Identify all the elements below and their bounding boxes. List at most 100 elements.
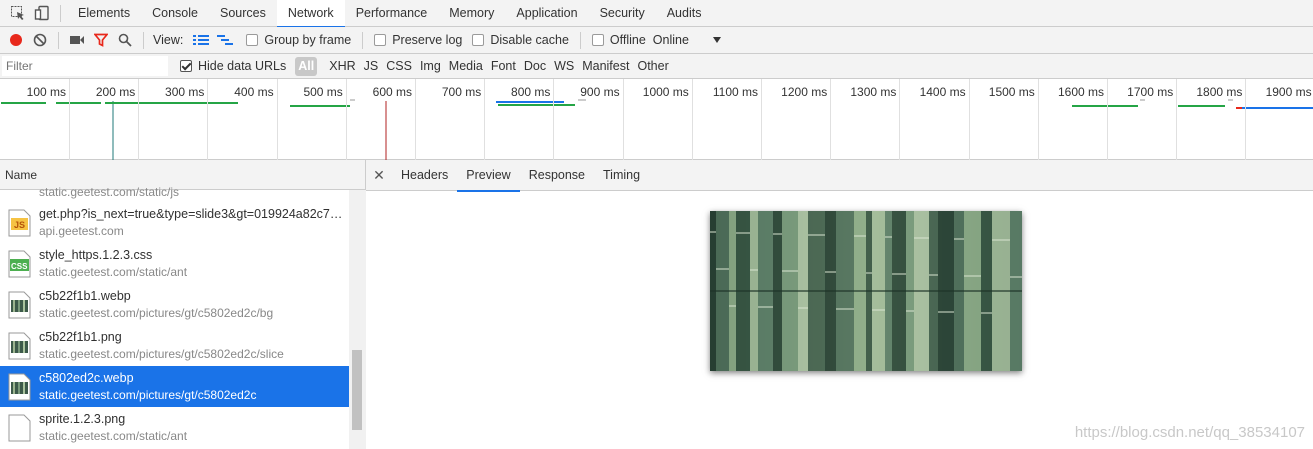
request-detail-panel: ✕ Headers Preview Response Timing https://b… (366, 160, 1313, 449)
timeline-tick-label: 1100 ms (712, 85, 758, 99)
partial-row-path: static.geetest.com/static/js (39, 185, 180, 199)
tab-elements[interactable]: Elements (67, 0, 141, 27)
request-row[interactable]: CSS style_https.1.2.3.css static.geetest.c… (0, 243, 349, 284)
disable-cache-checkbox[interactable]: Disable cache (472, 33, 569, 47)
search-icon[interactable] (113, 28, 137, 52)
close-icon[interactable]: ✕ (366, 167, 392, 184)
filter-type-ws[interactable]: WS (550, 57, 578, 76)
tab-performance[interactable]: Performance (345, 0, 439, 27)
filter-type-media[interactable]: Media (445, 57, 487, 76)
divider (579, 31, 581, 49)
offline-checkbox[interactable]: Offline (591, 33, 646, 47)
timeline-tick-label: 1600 ms (1057, 85, 1104, 99)
image-file-icon (8, 291, 31, 319)
divider (143, 31, 144, 49)
timeline-gridline (345, 79, 347, 160)
tab-audits[interactable]: Audits (656, 0, 713, 27)
clear-icon[interactable] (28, 28, 52, 52)
request-list: Name static.geetest.com/static/js JS get.… (0, 160, 366, 449)
filter-type-js[interactable]: JS (360, 57, 383, 76)
checkbox-box[interactable] (591, 34, 604, 46)
network-overview: 100 ms 200 ms 300 ms 400 ms 500 ms 600 ms 700 … (0, 79, 1313, 160)
filter-type-img[interactable]: Img (416, 57, 445, 76)
tab-console[interactable]: Console (141, 0, 209, 27)
view-label: View: (153, 33, 184, 47)
timeline-tick-label: 1900 ms (1265, 85, 1312, 99)
request-row[interactable]: c5802ed2c.webp static.geetest.com/picture… (0, 366, 349, 407)
timeline-tick-label: 500 ms (303, 85, 343, 99)
detail-tab-response[interactable]: Response (520, 160, 594, 191)
request-name: style_https.1.2.3.css (39, 248, 153, 262)
timeline-tick-label: 700 ms (441, 85, 482, 99)
large-request-rows-icon[interactable] (189, 28, 213, 52)
request-name: c5802ed2c.webp (39, 371, 134, 385)
group-by-frame-checkbox[interactable]: Group by frame (246, 33, 351, 47)
filter-type-all[interactable]: All (295, 56, 318, 76)
timeline-tick-label: 1300 ms (850, 85, 897, 99)
tab-application[interactable]: Application (505, 0, 588, 27)
checkbox-box[interactable] (472, 34, 485, 46)
timeline-gridline (1245, 79, 1247, 160)
tab-memory[interactable]: Memory (438, 0, 505, 27)
request-row[interactable]: c5b22f1b1.png static.geetest.com/pictures… (0, 325, 349, 366)
timeline-gridline (207, 79, 209, 160)
timeline-tick-label: 1400 ms (919, 85, 966, 99)
request-name: c5b22f1b1.webp (39, 289, 131, 303)
throttling-select[interactable]: Online (653, 33, 721, 47)
divider (362, 31, 364, 49)
timeline-tick-label: 400 ms (234, 85, 274, 99)
request-row[interactable]: JS get.php?is_next=true&type=slide3&gt=01… (0, 202, 349, 243)
request-row[interactable]: c5b22f1b1.webp static.geetest.com/picture… (0, 284, 349, 325)
tab-sources[interactable]: Sources (209, 0, 277, 27)
panel-tabs: Elements Console Sources Network Performance… (67, 0, 713, 28)
checkbox-box[interactable] (246, 34, 259, 46)
filter-type-other[interactable]: Other (633, 57, 672, 76)
preserve-log-checkbox[interactable]: Preserve log (374, 33, 462, 47)
tab-security[interactable]: Security (589, 0, 656, 27)
request-row[interactable]: sprite.1.2.3.png static.geetest.com/stati… (0, 407, 349, 448)
capture-screenshots-icon[interactable] (65, 28, 89, 52)
timeline-gridline (761, 79, 762, 160)
request-path: static.geetest.com/static/ant (39, 429, 188, 443)
resource-type-filters: All XHR JS CSS Img Media Font Doc WS Manifest Othe… (291, 56, 672, 76)
timeline-tick-label: 1800 ms (1196, 85, 1243, 99)
waterfall-overview-icon[interactable] (213, 28, 237, 52)
filter-type-xhr[interactable]: XHR (325, 57, 359, 76)
timeline-gridline (553, 79, 555, 160)
checkbox-box[interactable] (374, 34, 387, 46)
preserve-log-label: Preserve log (392, 33, 463, 47)
request-name: c5b22f1b1.png (39, 330, 122, 344)
timeline-gridline (484, 79, 486, 160)
timeline-gridline (1107, 79, 1108, 160)
hide-data-urls-label: Hide data URLs (198, 59, 287, 73)
filter-icon[interactable] (89, 28, 113, 52)
filter-type-doc[interactable]: Doc (520, 57, 550, 76)
detail-tab-headers[interactable]: Headers (392, 160, 457, 191)
request-path: static.geetest.com/pictures/gt/c5802ed2c… (39, 306, 274, 320)
filter-type-css[interactable]: CSS (382, 57, 416, 76)
timeline-gridline (691, 79, 693, 160)
request-name: get.php?is_next=true&type=slide3&gt=0199… (39, 207, 349, 221)
divider (58, 31, 59, 49)
timeline-gridline (1037, 79, 1039, 160)
network-toolbar: View: Group by frame Preserve log Disabl… (0, 27, 1313, 54)
timeline-tick-label: 1200 ms (781, 85, 828, 99)
filter-type-font[interactable]: Font (487, 57, 520, 76)
hide-data-urls-checkbox[interactable]: Hide data URLs (180, 59, 286, 73)
filter-input[interactable] (2, 56, 168, 76)
tab-network[interactable]: Network (276, 0, 345, 28)
device-toolbar-icon[interactable] (30, 1, 54, 25)
request-name: sprite.1.2.3.png (39, 412, 126, 426)
checkbox-box[interactable] (180, 60, 192, 72)
timeline-gridline (830, 79, 832, 160)
scrollbar-thumb[interactable] (352, 350, 362, 430)
filter-type-manifest[interactable]: Manifest (578, 57, 633, 76)
detail-tab-preview[interactable]: Preview (457, 160, 521, 192)
request-path: static.geetest.com/pictures/gt/c5802ed2c (39, 388, 257, 402)
inspect-element-icon[interactable] (6, 1, 30, 25)
detail-tab-timing[interactable]: Timing (594, 160, 649, 191)
record-icon[interactable] (4, 28, 28, 52)
request-path: static.geetest.com/static/ant (39, 265, 188, 279)
bamboo-image (710, 211, 1022, 371)
request-path: api.geetest.com (39, 224, 124, 238)
